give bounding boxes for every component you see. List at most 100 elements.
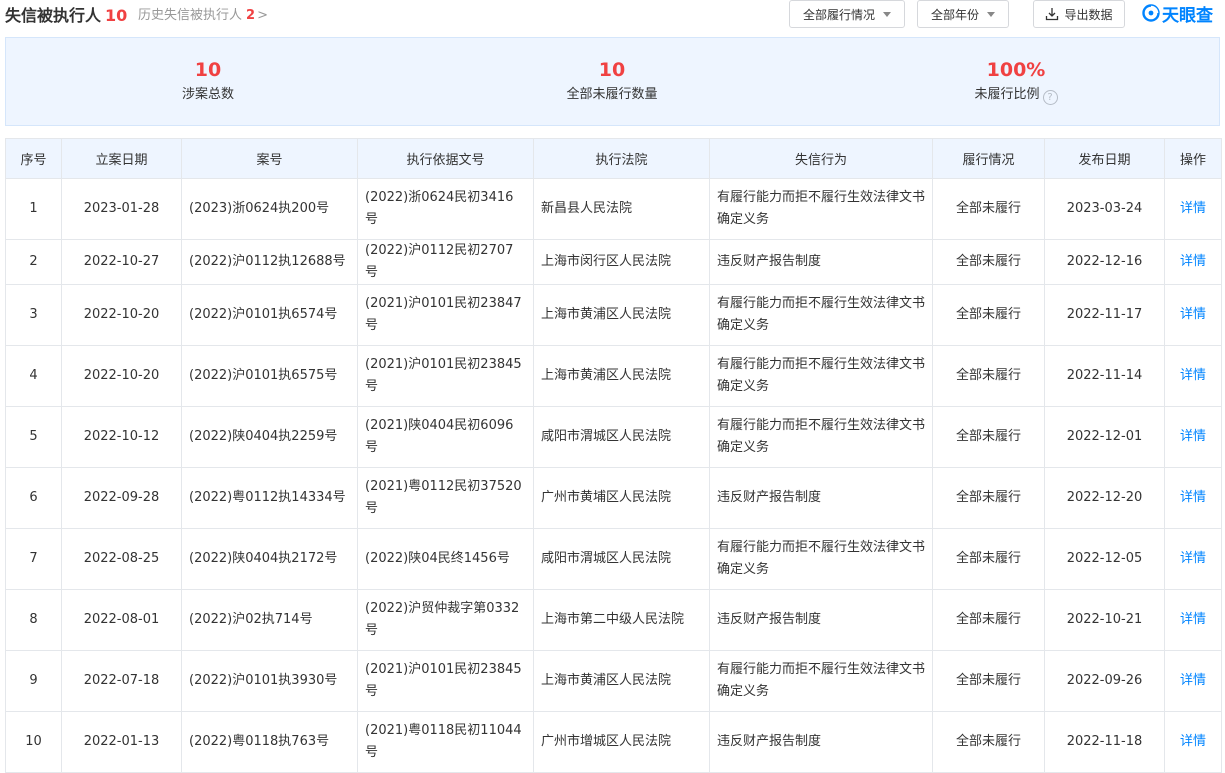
- table-cell: 上海市黄浦区人民法院: [533, 650, 710, 712]
- table-cell: 有履行能力而拒不履行生效法律文书确定义务: [709, 284, 933, 346]
- column-header: 序号: [5, 138, 62, 179]
- detail-link[interactable]: 详情: [1164, 711, 1222, 773]
- table-cell: 咸阳市渭城区人民法院: [533, 528, 710, 590]
- top-bar: 失信被执行人 10 历史失信被执行人 2 > 全部履行情况 全部年份 导出数据 天眼查: [0, 0, 1225, 30]
- table-cell: 有履行能力而拒不履行生效法律文书确定义务: [709, 178, 933, 240]
- stat-total-cases: 10 涉案总数: [98, 58, 318, 104]
- table-row: 1 2023-01-28 (2023)浙0624执200号 (2022)浙0624民初…: [5, 178, 1222, 240]
- stat-ratio-label: 未履行比例: [974, 87, 1040, 102]
- table-cell: 2022-10-12: [61, 406, 182, 468]
- detail-link[interactable]: 详情: [1164, 650, 1222, 712]
- detail-link[interactable]: 详情: [1164, 239, 1222, 285]
- table-cell: 4: [5, 345, 62, 407]
- export-button[interactable]: 导出数据: [1033, 0, 1125, 28]
- filter-year-dropdown[interactable]: 全部年份: [917, 0, 1009, 28]
- stat-ratio-label-wrap: 未履行比例?: [906, 86, 1126, 105]
- table-cell: 新昌县人民法院: [533, 178, 710, 240]
- detail-link[interactable]: 详情: [1164, 467, 1222, 529]
- table-row: 8 2022-08-01 (2022)沪02执714号 (2022)沪贸仲裁字第033…: [5, 589, 1222, 651]
- table-row: 6 2022-09-28 (2022)粤0112执14334号 (2021)粤0112…: [5, 467, 1222, 529]
- column-header: 执行依据文号: [357, 138, 534, 179]
- logo-icon: [1142, 4, 1160, 22]
- table-cell: 8: [5, 589, 62, 651]
- table-cell: 有履行能力而拒不履行生效法律文书确定义务: [709, 345, 933, 407]
- table-cell: (2022)沪0101执3930号: [181, 650, 358, 712]
- table-header-row: 序号 立案日期 案号 执行依据文号 执行法院 失信行为 履行情况 发布日期 操作: [5, 138, 1222, 179]
- table-cell: 2022-10-20: [61, 345, 182, 407]
- column-header: 案号: [181, 138, 358, 179]
- tianyancha-logo: 天眼查: [1142, 0, 1213, 26]
- table-cell: 2022-11-14: [1044, 345, 1165, 407]
- table-cell: 5: [5, 406, 62, 468]
- table-cell: 2022-01-13: [61, 711, 182, 773]
- table-cell: 广州市黄埔区人民法院: [533, 467, 710, 529]
- table-cell: 2022-12-16: [1044, 239, 1165, 285]
- detail-link[interactable]: 详情: [1164, 284, 1222, 346]
- table-cell: (2022)陕0404执2172号: [181, 528, 358, 590]
- section-title-text: 失信被执行人: [5, 6, 102, 25]
- stat-total-value: 10: [194, 59, 222, 81]
- filter-fulfill-dropdown[interactable]: 全部履行情况: [789, 0, 905, 28]
- table-cell: 违反财产报告制度: [709, 589, 933, 651]
- table-cell: 2022-09-28: [61, 467, 182, 529]
- column-header: 失信行为: [709, 138, 933, 179]
- table-cell: (2023)浙0624执200号: [181, 178, 358, 240]
- filter-year-label: 全部年份: [930, 7, 979, 22]
- table-cell: (2021)陕0404民初6096号: [357, 406, 534, 468]
- table-cell: 违反财产报告制度: [709, 467, 933, 529]
- table-cell: (2021)粤0118民初11044号: [357, 711, 534, 773]
- history-link[interactable]: 历史失信被执行人 2 >: [138, 4, 268, 23]
- dishonest-table: 序号 立案日期 案号 执行依据文号 执行法院 失信行为 履行情况 发布日期 操作 1 2023-0…: [5, 138, 1222, 773]
- table-row: 4 2022-10-20 (2022)沪0101执6575号 (2021)沪0101民…: [5, 345, 1222, 407]
- table-row: 10 2022-01-13 (2022)粤0118执763号 (2021)粤0118民…: [5, 711, 1222, 773]
- table-row: 3 2022-10-20 (2022)沪0101执6574号 (2021)沪0101民…: [5, 284, 1222, 346]
- table-cell: 2023-03-24: [1044, 178, 1165, 240]
- table-cell: 上海市第二中级人民法院: [533, 589, 710, 651]
- stat-ratio-value: 100%: [986, 59, 1046, 81]
- detail-link[interactable]: 详情: [1164, 345, 1222, 407]
- table-cell: 2022-07-18: [61, 650, 182, 712]
- table-cell: 有履行能力而拒不履行生效法律文书确定义务: [709, 650, 933, 712]
- table-cell: 全部未履行: [932, 467, 1045, 529]
- table-cell: (2022)沪0112民初2707号: [357, 239, 534, 285]
- table-cell: 有履行能力而拒不履行生效法律文书确定义务: [709, 528, 933, 590]
- table-cell: 2022-12-01: [1044, 406, 1165, 468]
- table-cell: 2022-09-26: [1044, 650, 1165, 712]
- detail-link[interactable]: 详情: [1164, 178, 1222, 240]
- table-cell: 全部未履行: [932, 589, 1045, 651]
- section-title: 失信被执行人 10: [5, 2, 127, 26]
- detail-link[interactable]: 详情: [1164, 528, 1222, 590]
- table-cell: 全部未履行: [932, 345, 1045, 407]
- table-cell: 2022-12-05: [1044, 528, 1165, 590]
- detail-link[interactable]: 详情: [1164, 589, 1222, 651]
- table-row: 7 2022-08-25 (2022)陕0404执2172号 (2022)陕04民终1…: [5, 528, 1222, 590]
- table-cell: 6: [5, 467, 62, 529]
- table-cell: 违反财产报告制度: [709, 711, 933, 773]
- help-icon[interactable]: ?: [1042, 90, 1058, 105]
- logo-text: 天眼查: [1162, 5, 1213, 26]
- stat-unfulfilled-label: 全部未履行数量: [566, 87, 658, 102]
- table-cell: 有履行能力而拒不履行生效法律文书确定义务: [709, 406, 933, 468]
- table-cell: 2022-08-01: [61, 589, 182, 651]
- table-cell: 全部未履行: [932, 528, 1045, 590]
- column-header: 发布日期: [1044, 138, 1165, 179]
- section-title-count: 10: [105, 6, 128, 25]
- stat-total-label: 涉案总数: [181, 87, 234, 102]
- table-cell: 2022-12-20: [1044, 467, 1165, 529]
- download-icon: [1046, 8, 1059, 21]
- table-cell: (2022)沪贸仲裁字第0332号: [357, 589, 534, 651]
- table-cell: (2022)沪0101执6574号: [181, 284, 358, 346]
- table-cell: (2022)沪02执714号: [181, 589, 358, 651]
- table-cell: 全部未履行: [932, 406, 1045, 468]
- table-cell: (2022)粤0118执763号: [181, 711, 358, 773]
- table-cell: 上海市黄浦区人民法院: [533, 284, 710, 346]
- table-cell: 1: [5, 178, 62, 240]
- detail-link[interactable]: 详情: [1164, 406, 1222, 468]
- table-cell: 违反财产报告制度: [709, 239, 933, 285]
- table-row: 2 2022-10-27 (2022)沪0112执12688号 (2022)沪0112…: [5, 239, 1222, 285]
- chevron-right-icon: >: [257, 8, 268, 23]
- table-cell: 2022-11-17: [1044, 284, 1165, 346]
- table-cell: 2022-10-21: [1044, 589, 1165, 651]
- table-cell: (2021)沪0101民初23847号: [357, 284, 534, 346]
- table-cell: (2022)沪0112执12688号: [181, 239, 358, 285]
